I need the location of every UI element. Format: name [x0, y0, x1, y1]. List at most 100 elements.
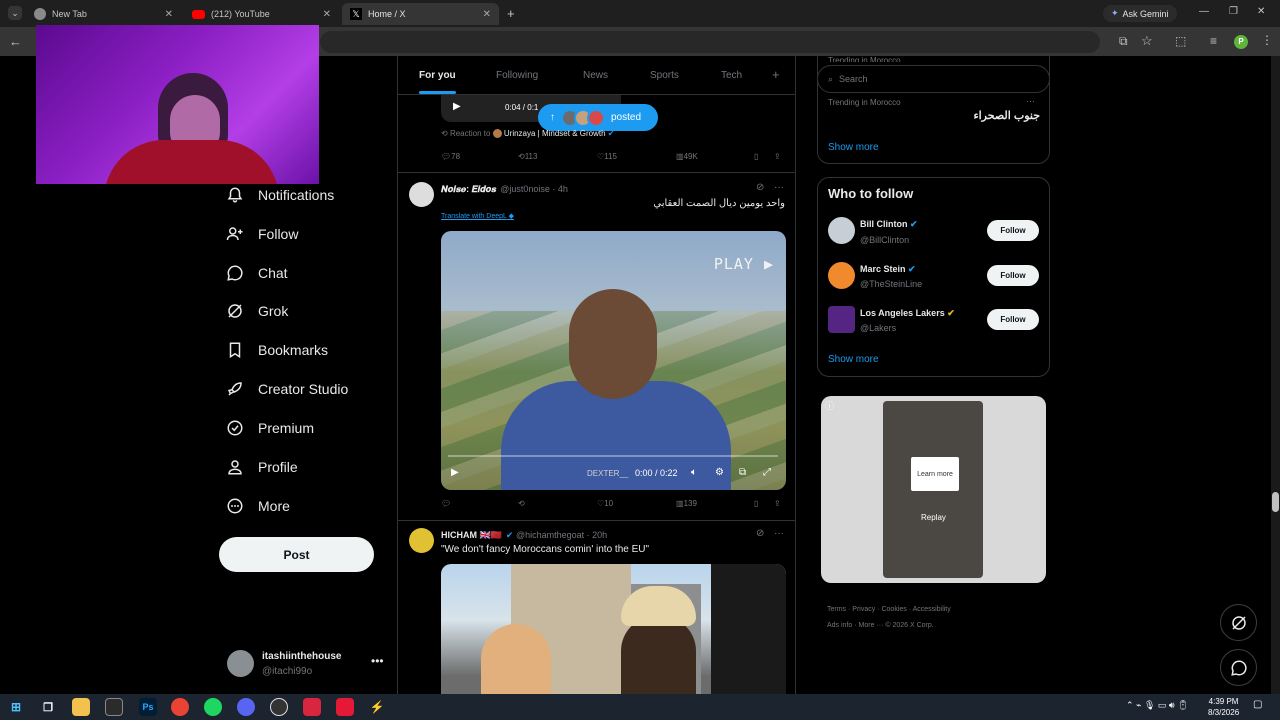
chat-fab[interactable] — [1220, 649, 1257, 686]
new-posts-pill[interactable]: ↑ posted — [538, 104, 658, 131]
tab-following[interactable]: Following — [496, 70, 538, 81]
tab-tech[interactable]: Tech — [721, 70, 742, 81]
tab-search-chevron-icon[interactable]: ⌄ — [8, 6, 22, 20]
close-icon[interactable]: ✕ — [483, 9, 491, 20]
account-switcher[interactable]: itashiinthehouse @itachi99o ••• — [227, 648, 397, 680]
maximize-icon[interactable]: ❐ — [1229, 6, 1238, 17]
grok-icon[interactable]: ⊘ — [756, 182, 764, 193]
follow-button[interactable]: Follow — [987, 265, 1039, 286]
play-icon[interactable]: ▶ — [451, 467, 459, 478]
reading-list-icon[interactable]: ≡ — [1210, 34, 1217, 48]
suggestion-name[interactable]: Bill Clinton ✔ — [860, 219, 918, 230]
post-time[interactable]: 20h — [592, 530, 607, 540]
nav-chat[interactable]: Chat — [226, 264, 288, 282]
back-arrow-icon[interactable]: ← — [9, 34, 22, 49]
add-tab-plus-icon[interactable]: + — [772, 67, 780, 82]
windows-start-icon[interactable]: ⊞ — [7, 698, 25, 716]
views-button[interactable]: ▥ 49K — [676, 152, 698, 161]
like-button[interactable]: ♡ 115 — [597, 152, 617, 161]
nav-follow[interactable]: Follow — [226, 225, 298, 243]
bookmark-icon[interactable]: ▯ — [754, 152, 758, 161]
pip-icon[interactable]: ⧉ — [739, 467, 746, 478]
suggestion-name[interactable]: Los Angeles Lakers ✔ — [860, 308, 955, 319]
scrollbar-thumb[interactable] — [1272, 492, 1279, 512]
translate-link[interactable]: Translate with DeepL ◆ — [441, 212, 514, 220]
author-handle[interactable]: @hichamthegoat — [516, 530, 584, 540]
system-tray-icons[interactable]: ⌃ ⌁ 🎙︎ ▭ 🔊︎ 🔋︎ — [1126, 700, 1189, 711]
avatar[interactable] — [409, 182, 434, 207]
nav-creator-studio[interactable]: Creator Studio — [226, 380, 348, 398]
avatar[interactable] — [828, 217, 855, 244]
window-close-icon[interactable]: ✕ — [1257, 6, 1265, 17]
settings-gear-icon[interactable]: ⚙ — [715, 467, 724, 478]
nav-grok[interactable]: Grok — [226, 302, 288, 320]
new-tab-plus-icon[interactable]: + — [507, 6, 515, 21]
obs-icon[interactable] — [270, 698, 288, 716]
store-icon[interactable] — [105, 698, 123, 716]
more-dots-icon[interactable]: ··· — [774, 528, 784, 539]
learn-more-button[interactable]: Learn more — [911, 457, 959, 491]
play-icon[interactable]: ▶ — [453, 101, 461, 112]
author-name[interactable]: HICHAM 🇬🇧🇲🇦 — [441, 530, 502, 540]
like-button[interactable]: ♡ 10 — [597, 499, 613, 508]
close-icon[interactable]: ✕ — [323, 9, 331, 20]
follow-button[interactable]: Follow — [987, 309, 1039, 330]
bookmark-icon[interactable]: ▯ — [754, 499, 758, 508]
footer-link[interactable]: Terms — [827, 606, 846, 613]
photoshop-icon[interactable]: Ps — [139, 698, 157, 716]
share-icon[interactable]: ⇪ — [774, 152, 781, 161]
nav-more[interactable]: More — [226, 497, 290, 515]
footer-link[interactable]: Accessibility — [913, 606, 951, 613]
trend-item[interactable]: جنوب الصحراء — [973, 109, 1040, 122]
show-more-link[interactable]: Show more — [828, 354, 879, 365]
volume-icon[interactable]: 🔈︎ — [691, 467, 697, 478]
tab-news[interactable]: News — [583, 70, 608, 81]
author-name[interactable]: 𝑵𝒐𝒊𝒔𝒆: 𝑬𝒊𝒅𝒐𝒔 — [441, 184, 496, 194]
avatar[interactable] — [828, 262, 855, 289]
ad-card[interactable]: ⓘ Learn more Replay — [821, 396, 1046, 583]
cast-icon[interactable]: ⧉ — [1119, 34, 1128, 49]
ad-info-icon[interactable]: ⓘ — [825, 399, 834, 412]
app-red-v-icon[interactable] — [336, 698, 354, 716]
post-button[interactable]: Post — [219, 537, 374, 572]
extensions-icon[interactable]: ⬚ — [1175, 34, 1186, 48]
repost-button[interactable]: ⟲ 113 — [518, 152, 537, 161]
ask-gemini-button[interactable]: ✦ Ask Gemini — [1103, 5, 1177, 22]
tab-home-x[interactable]: 𝕏 Home / X ✕ — [342, 3, 499, 25]
views-button[interactable]: ▥ 139 — [676, 499, 697, 508]
chrome-icon[interactable] — [171, 698, 189, 716]
footer-link[interactable]: Privacy — [852, 606, 875, 613]
avatar[interactable] — [409, 528, 434, 553]
tab-youtube[interactable]: (212) YouTube ✕ — [184, 3, 339, 25]
search-input[interactable]: ⌕ Search — [817, 65, 1050, 93]
star-icon[interactable]: ☆ — [1141, 33, 1153, 49]
minimize-icon[interactable]: — — [1199, 6, 1209, 17]
footer-link[interactable]: More ··· — [859, 622, 884, 629]
fullscreen-icon[interactable]: ⤢ — [763, 467, 771, 478]
task-view-icon[interactable]: ❐ — [39, 698, 57, 716]
grok-icon[interactable]: ⊘ — [756, 528, 764, 539]
share-icon[interactable]: ⇪ — [774, 499, 781, 508]
reply-button[interactable]: 💬︎ — [441, 499, 451, 508]
more-dots-icon[interactable]: ··· — [1026, 96, 1035, 106]
grok-fab[interactable] — [1220, 604, 1257, 641]
file-explorer-icon[interactable] — [72, 698, 90, 716]
nav-notifications[interactable]: Notifications — [226, 186, 334, 204]
nav-premium[interactable]: Premium — [226, 419, 314, 437]
show-more-link[interactable]: Show more — [828, 142, 879, 153]
follow-button[interactable]: Follow — [987, 220, 1039, 241]
replay-button[interactable]: Replay — [921, 513, 946, 522]
nav-profile[interactable]: Profile — [226, 458, 298, 476]
video-progress-bar[interactable] — [448, 455, 778, 457]
repost-button[interactable]: ⟲ — [518, 499, 525, 508]
footer-link[interactable]: Cookies — [881, 606, 906, 613]
post-time[interactable]: 4h — [558, 184, 568, 194]
profile-avatar[interactable]: P — [1234, 35, 1248, 49]
spotify-icon[interactable] — [204, 698, 222, 716]
nav-bookmarks[interactable]: Bookmarks — [226, 341, 328, 359]
footer-link[interactable]: Ads info — [827, 622, 852, 629]
page-scrollbar[interactable] — [1271, 56, 1280, 694]
post-video[interactable]: PLAY ▶ ▶ DEXTER__ 0:00 / 0:22 🔈︎ ⚙ ⧉ ⤢ — [441, 231, 786, 490]
app-yellow-icon[interactable]: ⚡ — [368, 698, 386, 716]
address-bar[interactable] — [320, 31, 1100, 53]
